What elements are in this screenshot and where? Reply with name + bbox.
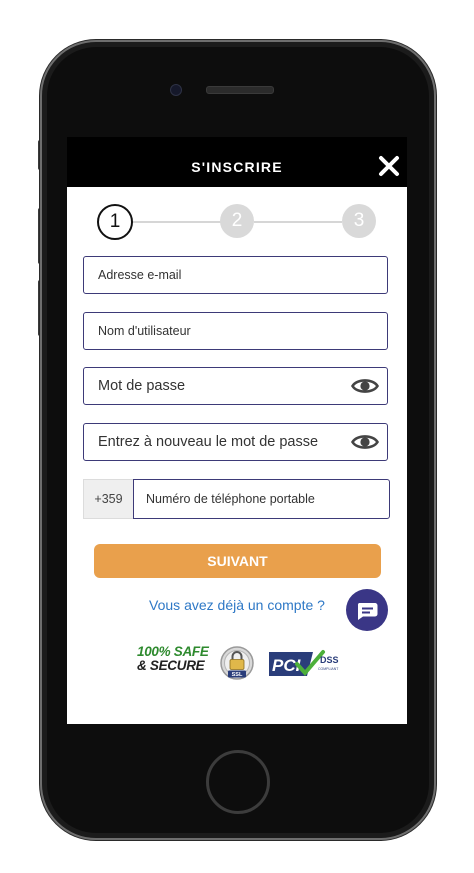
- dss-label: DSS: [320, 655, 339, 665]
- step-2: 2: [220, 204, 254, 238]
- chat-icon: [357, 603, 378, 620]
- modal-header: S'INSCRIRE: [67, 137, 407, 187]
- safe-line-2: & SECURE: [137, 658, 205, 673]
- country-code-prefix[interactable]: +359: [83, 479, 133, 519]
- username-field[interactable]: [84, 313, 387, 349]
- phone-field[interactable]: [134, 480, 389, 518]
- ssl-label: SSL: [232, 672, 243, 678]
- step-3: 3: [342, 204, 376, 238]
- eye-icon[interactable]: [351, 376, 379, 396]
- step-indicator: 1 2 3: [97, 204, 377, 240]
- password-field-container: [83, 367, 388, 405]
- security-badges: 100% SAFE & SECURE SSL PCI DSS COMPLIANT: [137, 645, 347, 681]
- signup-screen: S'INSCRIRE 1 2 3 +359 SU: [67, 137, 407, 724]
- username-field-container: [83, 312, 388, 350]
- phone-field-container: [133, 479, 390, 519]
- next-button[interactable]: SUIVANT: [94, 544, 381, 578]
- safe-secure-badge: 100% SAFE & SECURE: [137, 645, 209, 673]
- phone-number-row: +359: [83, 479, 390, 519]
- ssl-badge: SSL: [220, 646, 254, 680]
- eye-icon[interactable]: [351, 432, 379, 452]
- earpiece-speaker: [206, 86, 274, 94]
- safe-line-1: 100% SAFE: [137, 644, 209, 659]
- confirm-password-field[interactable]: [84, 424, 387, 460]
- email-field[interactable]: [84, 257, 387, 293]
- page-title: S'INSCRIRE: [191, 159, 283, 175]
- confirm-password-field-container: [83, 423, 388, 461]
- chat-button[interactable]: [346, 589, 388, 631]
- password-field[interactable]: [84, 368, 387, 404]
- email-field-container: [83, 256, 388, 294]
- compliant-label: COMPLIANT: [318, 667, 339, 671]
- step-connector: [254, 221, 342, 223]
- front-camera: [170, 84, 182, 96]
- pci-dss-badge: PCI DSS COMPLIANT: [269, 650, 339, 677]
- close-icon[interactable]: [378, 155, 400, 177]
- home-button[interactable]: [206, 750, 270, 814]
- step-1: 1: [97, 204, 133, 240]
